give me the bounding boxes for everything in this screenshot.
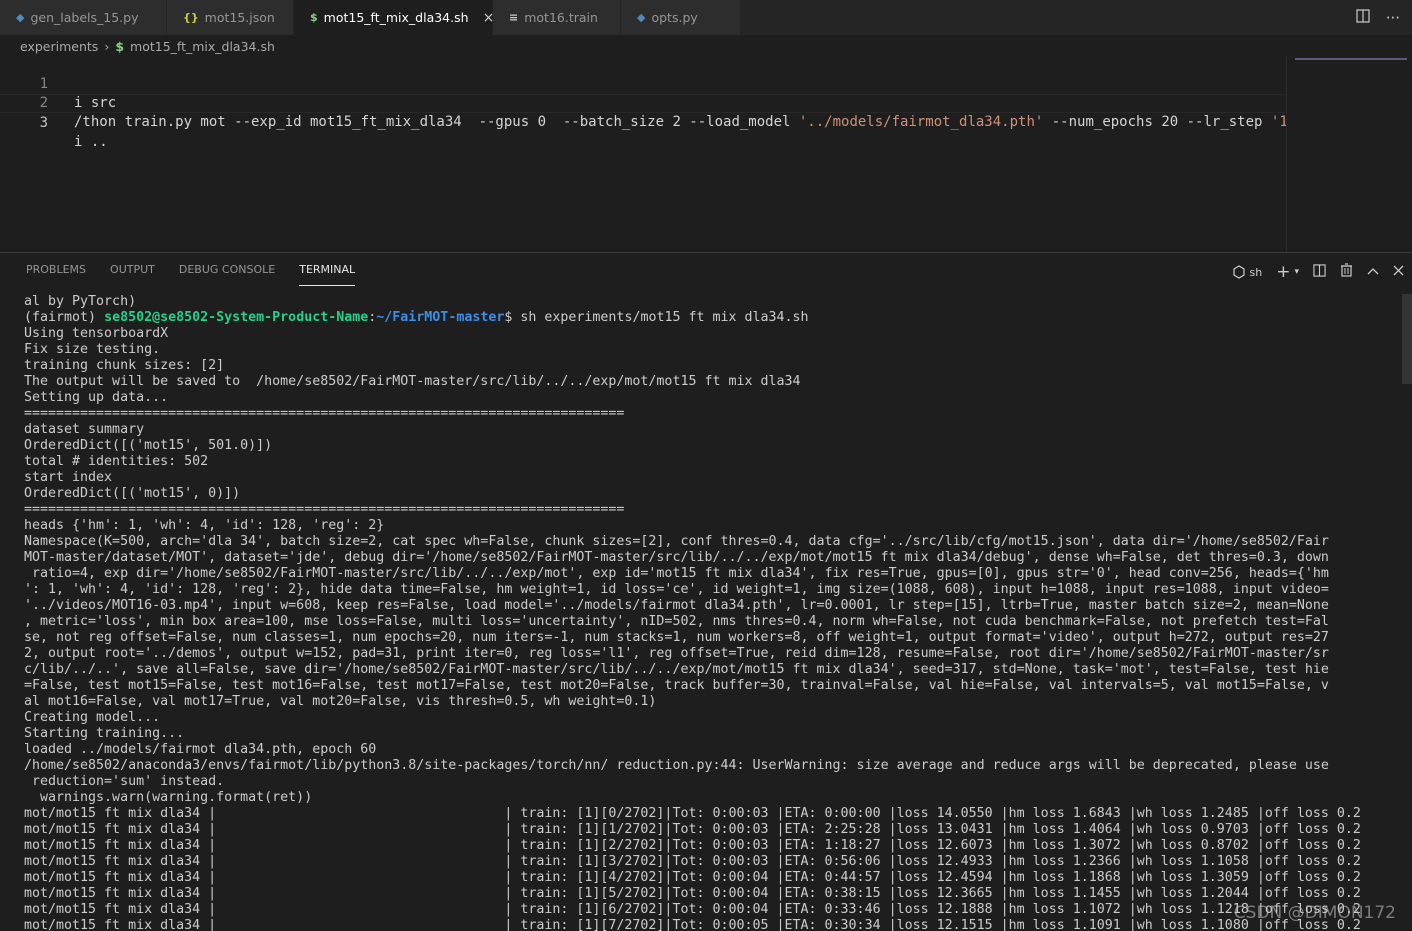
terminal-line: heads {'hm': 1, 'wh': 4, 'id': 128, 'reg… [24, 518, 385, 533]
terminal-line: total # identities: 502 [24, 454, 209, 469]
code-line-current: 3 i .. [0, 94, 1290, 150]
code-line: 1 i src [0, 56, 1290, 111]
prompt-user: se8502@se8502-System-Product-Name [104, 310, 369, 325]
python-icon: ◆ [16, 11, 25, 24]
more-actions-icon[interactable]: ··· [1386, 9, 1400, 27]
code-plain: --num_epochs 20 --lr_step [1043, 114, 1271, 130]
terminal-line: Fix size testing. [24, 342, 161, 357]
terminal-line: al by PyTorch) [24, 294, 137, 309]
minimap-line [1295, 58, 1407, 60]
tab-mot15-ft-mix-dla34[interactable]: $ mot15_ft_mix_dla34.sh × [294, 0, 494, 35]
terminal-lines: Using tensorboardX Fix size testing. train… [24, 326, 1400, 931]
terminal-output[interactable]: al by PyTorch) (fairmot) se8502@se8502-S… [24, 294, 1400, 931]
tab-mot15-json[interactable]: {} mot15.json [167, 0, 294, 35]
terminal-line: mot/mot15 ft mix dla34 | | train: [1][4/… [24, 870, 1361, 885]
terminal-line: reduction='sum' instead. [24, 774, 225, 789]
terminal-line: '../videos/MOT16-03.mp4', input w=608, k… [24, 598, 1329, 613]
split-editor-icon[interactable] [1356, 8, 1370, 27]
terminal-line: mot/mot15 ft mix dla34 | | train: [1][1/… [24, 822, 1361, 837]
code-plain: /thon train.py mot --exp_id mot15_ft_mix… [74, 114, 799, 130]
terminal-line: mot/mot15 ft mix dla34 | | train: [1][0/… [24, 806, 1361, 821]
code-text: i .. [74, 134, 108, 150]
terminal-line: mot/mot15 ft mix dla34 | | train: [1][7/… [24, 918, 1361, 931]
terminal-scrollbar[interactable] [1402, 294, 1412, 384]
editor-actions: ··· [1356, 0, 1400, 35]
line-number: 3 [39, 115, 48, 131]
breadcrumb-file[interactable]: mot15_ft_mix_dla34.sh [130, 39, 275, 54]
tab-terminal[interactable]: TERMINAL [299, 253, 356, 286]
watermark: CSDN @DIMON172 [1233, 903, 1396, 923]
tab-problems[interactable]: PROBLEMS [26, 253, 86, 287]
python-icon: ◆ [637, 11, 646, 24]
tab-label: mot15.json [204, 10, 275, 25]
editor-tab-bar: ◆ gen_labels_15.py {} mot15.json $ mot15… [0, 0, 1412, 35]
terminal-prompt-line: (fairmot) se8502@se8502-System-Product-N… [24, 310, 1400, 326]
text-file-icon: ≡ [509, 11, 519, 24]
terminal-line: mot/mot15 ft mix dla34 | | train: [1][5/… [24, 886, 1361, 901]
json-icon: {} [183, 11, 199, 24]
terminal-line: Starting training... [24, 726, 185, 741]
prompt-command: $ sh experiments/mot15 ft mix dla34.sh [504, 310, 809, 325]
terminal-line: loaded ../models/fairmot dla34.pth, epoc… [24, 742, 377, 757]
terminal-line: c/lib/../..', save all=False, save dir='… [24, 662, 1329, 677]
terminal-line: warnings.warn(warning.format(ret)) [24, 790, 313, 805]
terminal-line: se, not reg offset=False, num classes=1,… [24, 630, 1329, 645]
breadcrumb-folder[interactable]: experiments [20, 39, 98, 54]
terminal-line: 2, output root='../demos', output w=152,… [24, 646, 1329, 661]
prompt-path: ~/FairMOT-master [376, 310, 505, 325]
terminal-line: OrderedDict([('mot15', 0)]) [24, 486, 241, 501]
code-text: /thon train.py mot --exp_id mot15_ft_mix… [74, 113, 1288, 132]
terminal-line: ========================================… [24, 502, 625, 517]
terminal-line: mot/mot15 ft mix dla34 | | train: [1][3/… [24, 854, 1361, 869]
maximize-panel-icon[interactable] [1367, 265, 1379, 280]
tab-label: mot15_ft_mix_dla34.sh [323, 10, 469, 25]
terminal-line: mot/mot15 ft mix dla34 | | train: [1][6/… [24, 902, 1361, 917]
terminal-line: Setting up data... [24, 390, 169, 405]
terminal-shell-selector[interactable]: sh [1232, 265, 1263, 279]
terminal-line: MOT-master/dataset/MOT', dataset='jde', … [24, 550, 1329, 565]
tab-gen-labels[interactable]: ◆ gen_labels_15.py [0, 0, 167, 35]
terminal-icon [1232, 265, 1245, 279]
tab-opts[interactable]: ◆ opts.py [621, 0, 741, 35]
panel-tabs: PROBLEMS OUTPUT DEBUG CONSOLE TERMINAL [26, 253, 356, 287]
trash-icon[interactable] [1340, 263, 1353, 281]
code-editor[interactable]: 1 i src 2 /thon train.py mot --exp_id mo… [0, 56, 1290, 252]
tab-output[interactable]: OUTPUT [110, 253, 155, 287]
prompt-env: (fairmot) [24, 310, 105, 325]
terminal-line: mot/mot15 ft mix dla34 | | train: [1][2/… [24, 838, 1361, 853]
tab-label: mot16.train [524, 10, 598, 25]
terminal-line: Using tensorboardX [24, 326, 169, 341]
chevron-right-icon: › [104, 38, 110, 54]
terminal-line: ': 1, 'wh': 4, 'id': 128, 'reg': 2}, hid… [24, 582, 1329, 597]
tab-debug-console[interactable]: DEBUG CONSOLE [179, 253, 275, 287]
panel-actions: sh + ▾ [1232, 262, 1404, 282]
code-line: 2 /thon train.py mot --exp_id mot15_ft_m… [0, 75, 1290, 130]
terminal-line: dataset summary [24, 422, 145, 437]
terminal-line: ratio=4, exp dir='/home/se8502/FairMOT-m… [24, 566, 1329, 581]
minimap[interactable] [1286, 56, 1412, 252]
terminal-line: OrderedDict([('mot15', 501.0)]) [24, 438, 273, 453]
close-panel-icon[interactable] [1393, 265, 1404, 280]
shell-label: sh [1249, 265, 1263, 279]
terminal-line: =False, test mot15=False, test mot16=Fal… [24, 678, 1329, 693]
new-terminal-icon[interactable]: + [1276, 262, 1290, 282]
split-terminal-icon[interactable] [1313, 263, 1326, 281]
terminal-line: start index [24, 470, 113, 485]
terminal-line: training chunk sizes: [2] [24, 358, 225, 373]
terminal-line: , metric='loss', min box area=100, mse l… [24, 614, 1329, 629]
chevron-down-icon[interactable]: ▾ [1294, 267, 1299, 277]
shell-icon: $ [115, 38, 125, 54]
tab-label: opts.py [651, 10, 698, 25]
terminal-line: /home/se8502/anaconda3/envs/fairmot/lib/… [24, 758, 1329, 773]
code-string: '../models/fairmot_dla34.pth' [798, 114, 1044, 130]
terminal-line: The output will be saved to /home/se8502… [24, 374, 801, 389]
tab-label: gen_labels_15.py [30, 10, 139, 25]
terminal-line: ========================================… [24, 406, 625, 421]
tab-mot16-train[interactable]: ≡ mot16.train [493, 0, 621, 35]
shell-icon: $ [310, 11, 318, 24]
breadcrumb: experiments › $ mot15_ft_mix_dla34.sh [20, 37, 275, 55]
terminal-line: Namespace(K=500, arch='dla 34', batch si… [24, 534, 1329, 549]
terminal-line: Creating model... [24, 710, 161, 725]
terminal-line: al mot16=False, val mot17=True, val mot2… [24, 694, 657, 709]
